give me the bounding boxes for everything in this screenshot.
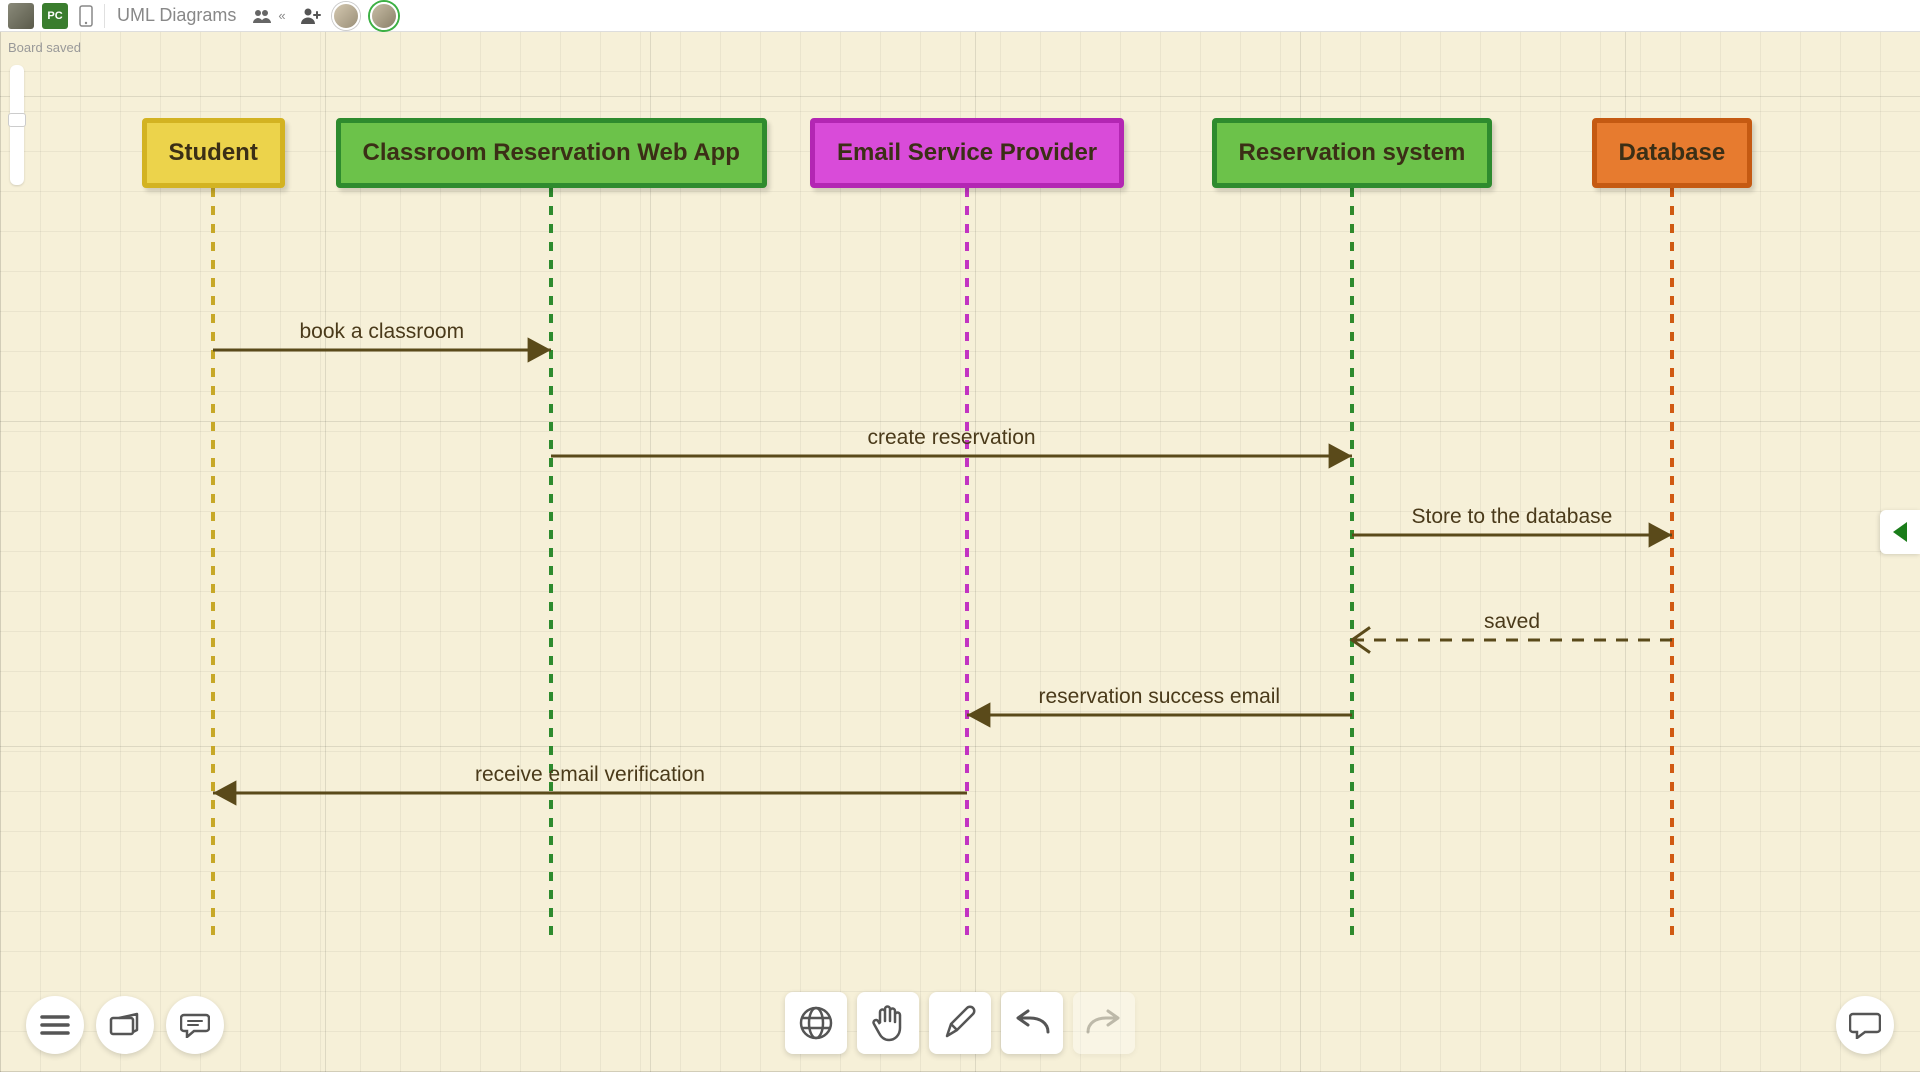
zoom-slider-thumb[interactable]	[8, 113, 26, 127]
undo-button[interactable]	[1001, 992, 1063, 1054]
collab-avatar-1[interactable]	[332, 2, 360, 30]
participant-email[interactable]: Email Service Provider	[810, 118, 1124, 188]
hand-icon	[870, 1003, 906, 1043]
group-icon[interactable]	[252, 8, 272, 24]
hand-tool-button[interactable]	[857, 992, 919, 1054]
message-label-m3[interactable]: Store to the database	[1412, 505, 1613, 529]
message-label-m5[interactable]: reservation success email	[1039, 685, 1281, 709]
message-label-m6[interactable]: receive email verification	[475, 763, 705, 787]
owner-avatar[interactable]	[8, 3, 34, 29]
undo-icon	[1012, 1008, 1052, 1038]
draw-tool-button[interactable]	[929, 992, 991, 1054]
center-toolbar	[785, 992, 1135, 1054]
arrowhead-m2	[1329, 443, 1352, 468]
bottom-left-toolbar	[26, 996, 224, 1054]
collapse-caret-icon[interactable]: «	[278, 8, 285, 23]
comments-button[interactable]	[166, 996, 224, 1054]
boards-button[interactable]	[96, 996, 154, 1054]
arrowhead-m1	[528, 337, 551, 362]
arrowhead-m5	[967, 702, 990, 727]
collab-avatar-2[interactable]	[370, 2, 398, 30]
participant-webapp[interactable]: Classroom Reservation Web App	[336, 118, 767, 188]
comment-icon	[180, 1012, 210, 1038]
menu-icon	[40, 1013, 70, 1037]
globe-icon	[798, 1005, 834, 1041]
mobile-icon[interactable]	[76, 3, 96, 29]
redo-icon	[1084, 1008, 1124, 1038]
header-bar: PC UML Diagrams «	[0, 0, 1920, 32]
triangle-left-icon	[1893, 522, 1907, 542]
redo-button[interactable]	[1073, 992, 1135, 1054]
message-label-m4[interactable]: saved	[1484, 610, 1540, 634]
add-user-icon[interactable]	[300, 7, 322, 25]
chat-button[interactable]	[1836, 996, 1894, 1054]
message-label-m2[interactable]: create reservation	[868, 426, 1036, 450]
participant-ressys[interactable]: Reservation system	[1212, 118, 1493, 188]
right-panel-toggle[interactable]	[1880, 510, 1920, 554]
participant-db[interactable]: Database	[1592, 118, 1753, 188]
menu-button[interactable]	[26, 996, 84, 1054]
sequence-diagram[interactable]	[0, 32, 1920, 1072]
folder-icon	[109, 1012, 141, 1038]
zoom-slider[interactable]	[10, 65, 24, 185]
globe-button[interactable]	[785, 992, 847, 1054]
pc-badge[interactable]: PC	[42, 3, 68, 29]
message-label-m1[interactable]: book a classroom	[300, 320, 465, 344]
board-saved-status: Board saved	[8, 40, 81, 55]
arrowhead-m3	[1649, 522, 1672, 547]
board-title[interactable]: UML Diagrams	[117, 5, 236, 26]
separator	[104, 4, 105, 28]
arrowhead-m6	[213, 780, 236, 805]
chat-icon	[1849, 1011, 1881, 1039]
participant-student[interactable]: Student	[142, 118, 285, 188]
pencil-icon	[941, 1004, 979, 1042]
